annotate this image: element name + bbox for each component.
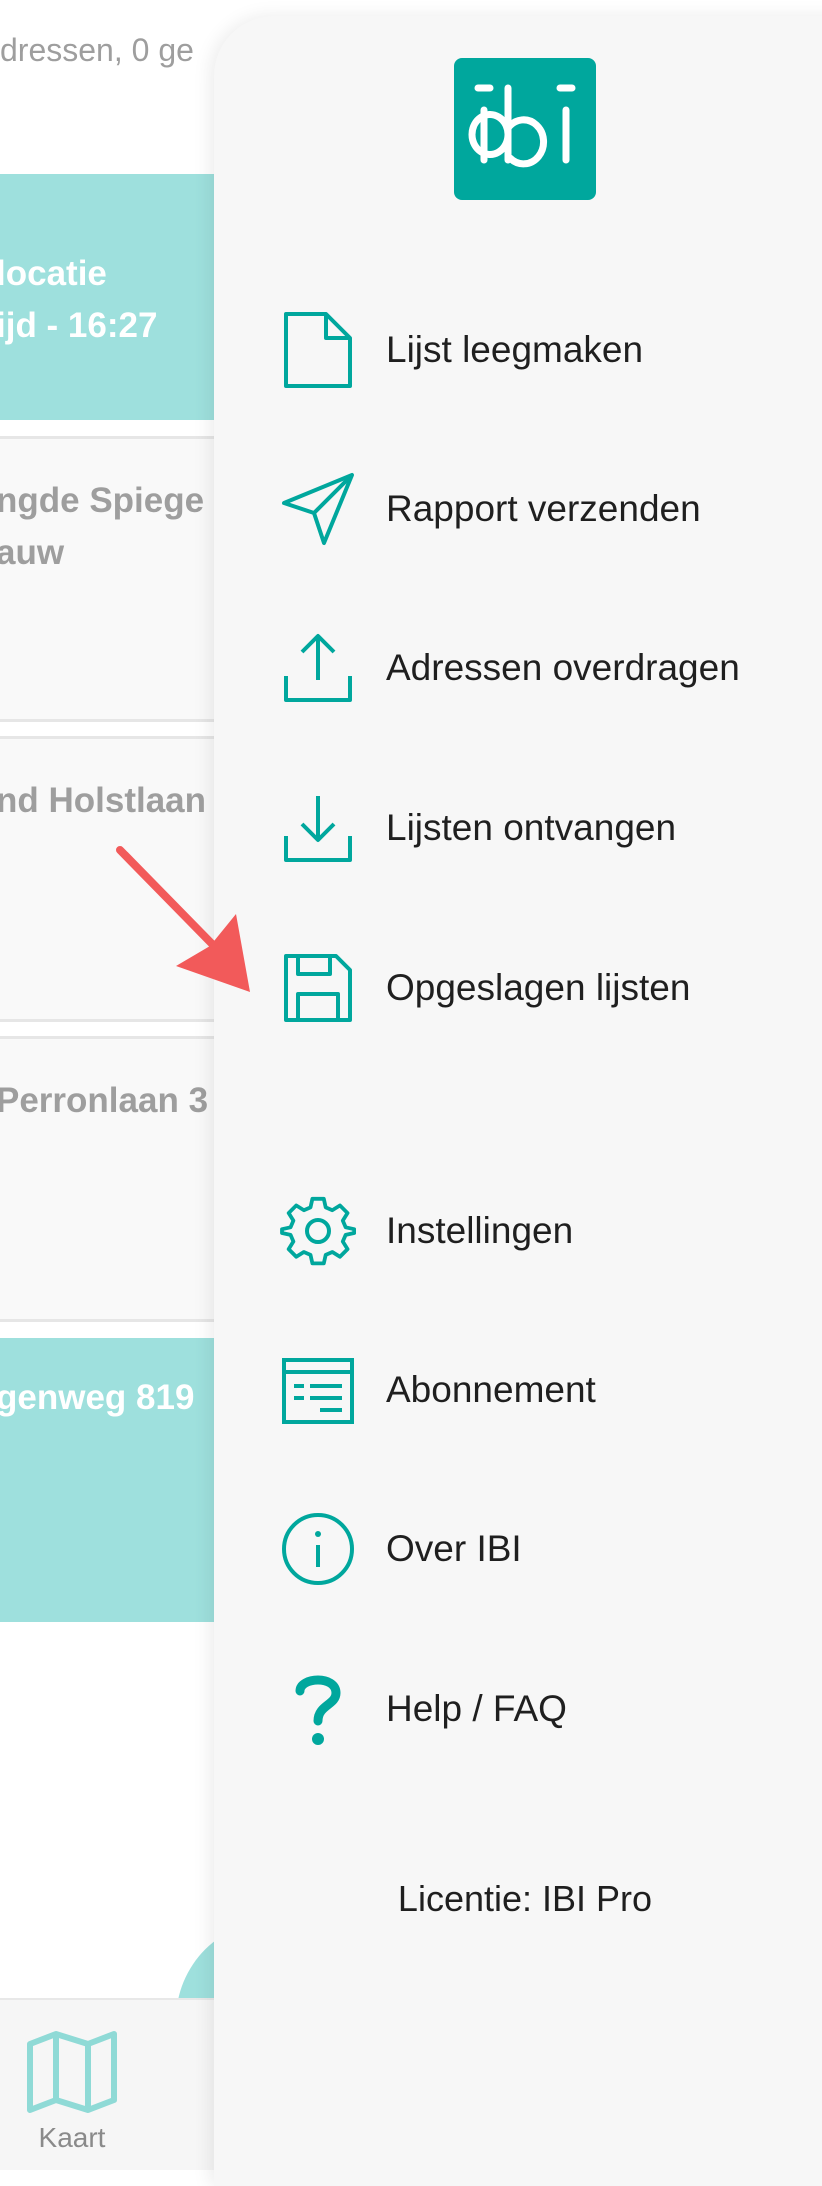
menu-item-over-ibi[interactable]: Over IBI <box>278 1499 822 1599</box>
info-icon <box>278 1509 358 1589</box>
file-icon <box>278 310 358 390</box>
menu-label: Lijst leegmaken <box>386 329 644 370</box>
menu-item-lijsten-ontvangen[interactable]: Lijsten ontvangen <box>278 778 822 878</box>
menu-item-opgeslagen-lijsten[interactable]: Opgeslagen lijsten <box>278 938 822 1038</box>
subscription-icon <box>278 1350 358 1430</box>
menu-label: Opgeslagen lijsten <box>386 967 691 1008</box>
ibi-logo: ibi <box>454 58 596 200</box>
menu-item-rapport-verzenden[interactable]: Rapport verzenden <box>278 459 822 559</box>
save-icon <box>278 948 358 1028</box>
upload-icon <box>278 628 358 708</box>
license-label: Licentie: IBI Pro <box>397 1878 653 1919</box>
menu-label: Adressen overdragen <box>386 647 740 688</box>
download-icon <box>278 788 358 868</box>
menu-item-abonnement[interactable]: Abonnement <box>278 1340 822 1440</box>
menu-item-lijst-leegmaken[interactable]: Lijst leegmaken <box>278 300 822 400</box>
nav-map-label[interactable]: Kaart <box>0 2122 144 2154</box>
list-header-summary: dressen, 0 ge <box>0 32 194 68</box>
menu-label: Rapport verzenden <box>386 488 701 529</box>
send-icon <box>278 469 358 549</box>
menu-label: Lijsten ontvangen <box>386 807 677 848</box>
question-icon <box>278 1669 358 1749</box>
navigation-drawer: ibi Lijst leegmaken Rapport verzenden <box>214 16 822 2186</box>
menu-item-instellingen[interactable]: Instellingen <box>278 1181 822 1281</box>
ibi-logo-mark <box>468 84 576 168</box>
menu-item-help-faq[interactable]: Help / FAQ <box>278 1659 822 1759</box>
gear-icon <box>278 1191 358 1271</box>
menu-item-adressen-overdragen[interactable]: Adressen overdragen <box>278 618 822 718</box>
annotation-arrow-icon <box>116 846 250 992</box>
menu-label: Abonnement <box>386 1369 596 1410</box>
menu-label: Over IBI <box>386 1528 522 1569</box>
menu-label: Instellingen <box>386 1210 574 1251</box>
map-icon[interactable] <box>26 2030 118 2114</box>
menu-label: Help / FAQ <box>386 1688 567 1729</box>
